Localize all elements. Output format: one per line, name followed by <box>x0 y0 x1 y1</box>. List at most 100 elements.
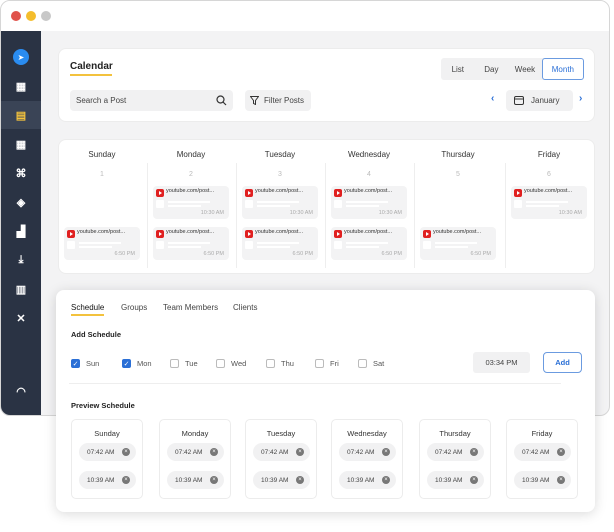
text-placeholder <box>526 201 568 203</box>
weekday-checkbox-sat[interactable]: Sat <box>358 359 384 368</box>
time-chip: 07:42 AM × <box>339 443 396 461</box>
title-bar <box>1 1 609 31</box>
post-thumbnail <box>334 241 342 249</box>
tab-clients[interactable]: Clients <box>233 303 257 312</box>
filter-posts-button[interactable]: Filter Posts <box>245 90 311 111</box>
post-card[interactable]: youtube.com/post... 10:30 AM <box>511 186 587 219</box>
weekday-label: Sun <box>86 359 100 368</box>
sidebar-item-calendar[interactable]: ▦ <box>1 130 41 158</box>
preview-day-card: Wednesday 07:42 AM × 10:39 AM × <box>331 419 403 499</box>
day-number: 1 <box>100 171 104 178</box>
weekday-checkbox-mon[interactable]: ✓ Mon <box>122 359 152 368</box>
day-number: 5 <box>456 171 460 178</box>
add-schedule-heading: Add Schedule <box>71 330 122 339</box>
minimize-window-button[interactable] <box>26 11 36 21</box>
column-divider <box>147 163 148 268</box>
time-chip: 07:42 AM × <box>253 443 310 461</box>
remove-time-icon[interactable]: × <box>557 448 565 456</box>
tab-team-members[interactable]: Team Members <box>163 303 218 312</box>
checkbox[interactable] <box>358 359 367 368</box>
view-tab-list[interactable]: List <box>441 58 475 80</box>
post-time: 6:50 PM <box>114 251 135 257</box>
post-card[interactable]: youtube.com/post... 10:30 AM <box>242 186 318 219</box>
time-value: 10:39 AM <box>261 476 289 484</box>
post-card[interactable]: youtube.com/post... 6:50 PM <box>420 227 496 260</box>
checkbox[interactable] <box>216 359 225 368</box>
remove-time-icon[interactable]: × <box>122 476 130 484</box>
remove-time-icon[interactable]: × <box>470 448 478 456</box>
column-divider <box>505 163 506 268</box>
checkbox[interactable] <box>315 359 324 368</box>
sidebar-item-posts[interactable]: ▤ <box>1 101 41 129</box>
sidebar-item-dashboard[interactable]: ▦ <box>1 72 41 100</box>
post-card[interactable]: youtube.com/post... 6:50 PM <box>153 227 229 260</box>
view-tab-day[interactable]: Day <box>475 58 509 80</box>
weekday-checkbox-thu[interactable]: Thu <box>266 359 294 368</box>
sidebar-item-send-logo[interactable]: ➤ <box>1 43 41 71</box>
remove-time-icon[interactable]: × <box>122 448 130 456</box>
sidebar-item-network[interactable]: ⌘ <box>1 159 41 187</box>
target-icon: ◈ <box>16 196 26 209</box>
remove-time-icon[interactable]: × <box>382 476 390 484</box>
checkbox[interactable]: ✓ <box>71 359 80 368</box>
sidebar-item-target[interactable]: ◈ <box>1 188 41 216</box>
weekday-label: Sat <box>373 359 385 368</box>
remove-time-icon[interactable]: × <box>210 448 218 456</box>
remove-time-icon[interactable]: × <box>470 476 478 484</box>
add-button[interactable]: Add <box>543 352 582 373</box>
tools-icon: ✕ <box>16 312 26 325</box>
youtube-icon <box>245 189 253 197</box>
remove-time-icon[interactable]: × <box>382 448 390 456</box>
text-placeholder <box>346 201 388 203</box>
remove-time-icon[interactable]: × <box>557 476 565 484</box>
time-value: 10:39 AM <box>347 476 375 484</box>
remove-time-icon[interactable]: × <box>210 476 218 484</box>
next-month-button[interactable]: › <box>579 93 582 104</box>
tab-schedule[interactable]: Schedule <box>71 303 105 316</box>
post-card[interactable]: youtube.com/post... 6:50 PM <box>242 227 318 260</box>
sidebar-item-inbox[interactable]: ⤓ <box>1 246 41 274</box>
view-tab-week[interactable]: Week <box>508 58 542 80</box>
weekday-checkbox-tue[interactable]: Tue <box>170 359 198 368</box>
time-value: 10:39 AM <box>522 476 550 484</box>
preview-day-card: Tuesday 07:42 AM × 10:39 AM × <box>245 419 317 499</box>
time-chip: 10:39 AM × <box>253 471 310 489</box>
search-input[interactable]: Search a Post <box>70 90 233 111</box>
remove-time-icon[interactable]: × <box>296 476 304 484</box>
post-card[interactable]: youtube.com/post... 10:30 AM <box>331 186 407 219</box>
sidebar-item-tools[interactable]: ✕ <box>1 304 41 332</box>
post-card[interactable]: youtube.com/post... 6:50 PM <box>331 227 407 260</box>
month-picker[interactable]: January <box>506 90 573 111</box>
prev-month-button[interactable]: ‹ <box>491 93 494 104</box>
maximize-window-button[interactable] <box>41 11 51 21</box>
post-card[interactable]: youtube.com/post... 6:50 PM <box>64 227 140 260</box>
youtube-icon <box>245 230 253 238</box>
youtube-icon <box>156 230 164 238</box>
post-url: youtube.com/post... <box>77 229 125 235</box>
time-value: 07:42 AM <box>87 448 115 456</box>
youtube-icon <box>67 230 75 238</box>
sidebar-item-library[interactable]: ▥ <box>1 275 41 303</box>
weekday-checkbox-fri[interactable]: Fri <box>315 359 339 368</box>
time-chip: 10:39 AM × <box>427 471 484 489</box>
remove-time-icon[interactable]: × <box>296 448 304 456</box>
weekday-checkbox-sun[interactable]: ✓ Sun <box>71 359 99 368</box>
time-chip: 10:39 AM × <box>514 471 571 489</box>
weekday-checkbox-wed[interactable]: Wed <box>216 359 246 368</box>
time-input[interactable]: 03:34 PM <box>473 352 530 373</box>
close-window-button[interactable] <box>11 11 21 21</box>
post-thumbnail <box>514 200 522 208</box>
time-chip: 07:42 AM × <box>427 443 484 461</box>
checkbox[interactable]: ✓ <box>122 359 131 368</box>
view-tab-month[interactable]: Month <box>541 58 585 80</box>
analytics-icon: ▟ <box>16 225 26 238</box>
text-placeholder <box>79 246 112 248</box>
filter-label: Filter Posts <box>264 96 305 105</box>
post-card[interactable]: youtube.com/post... 10:30 AM <box>153 186 229 219</box>
checkbox[interactable] <box>170 359 179 368</box>
checkbox[interactable] <box>266 359 275 368</box>
tab-groups[interactable]: Groups <box>121 303 147 312</box>
sidebar-item-support[interactable]: ◠ <box>1 377 41 405</box>
post-url: youtube.com/post... <box>255 188 303 194</box>
sidebar-item-analytics[interactable]: ▟ <box>1 217 41 245</box>
